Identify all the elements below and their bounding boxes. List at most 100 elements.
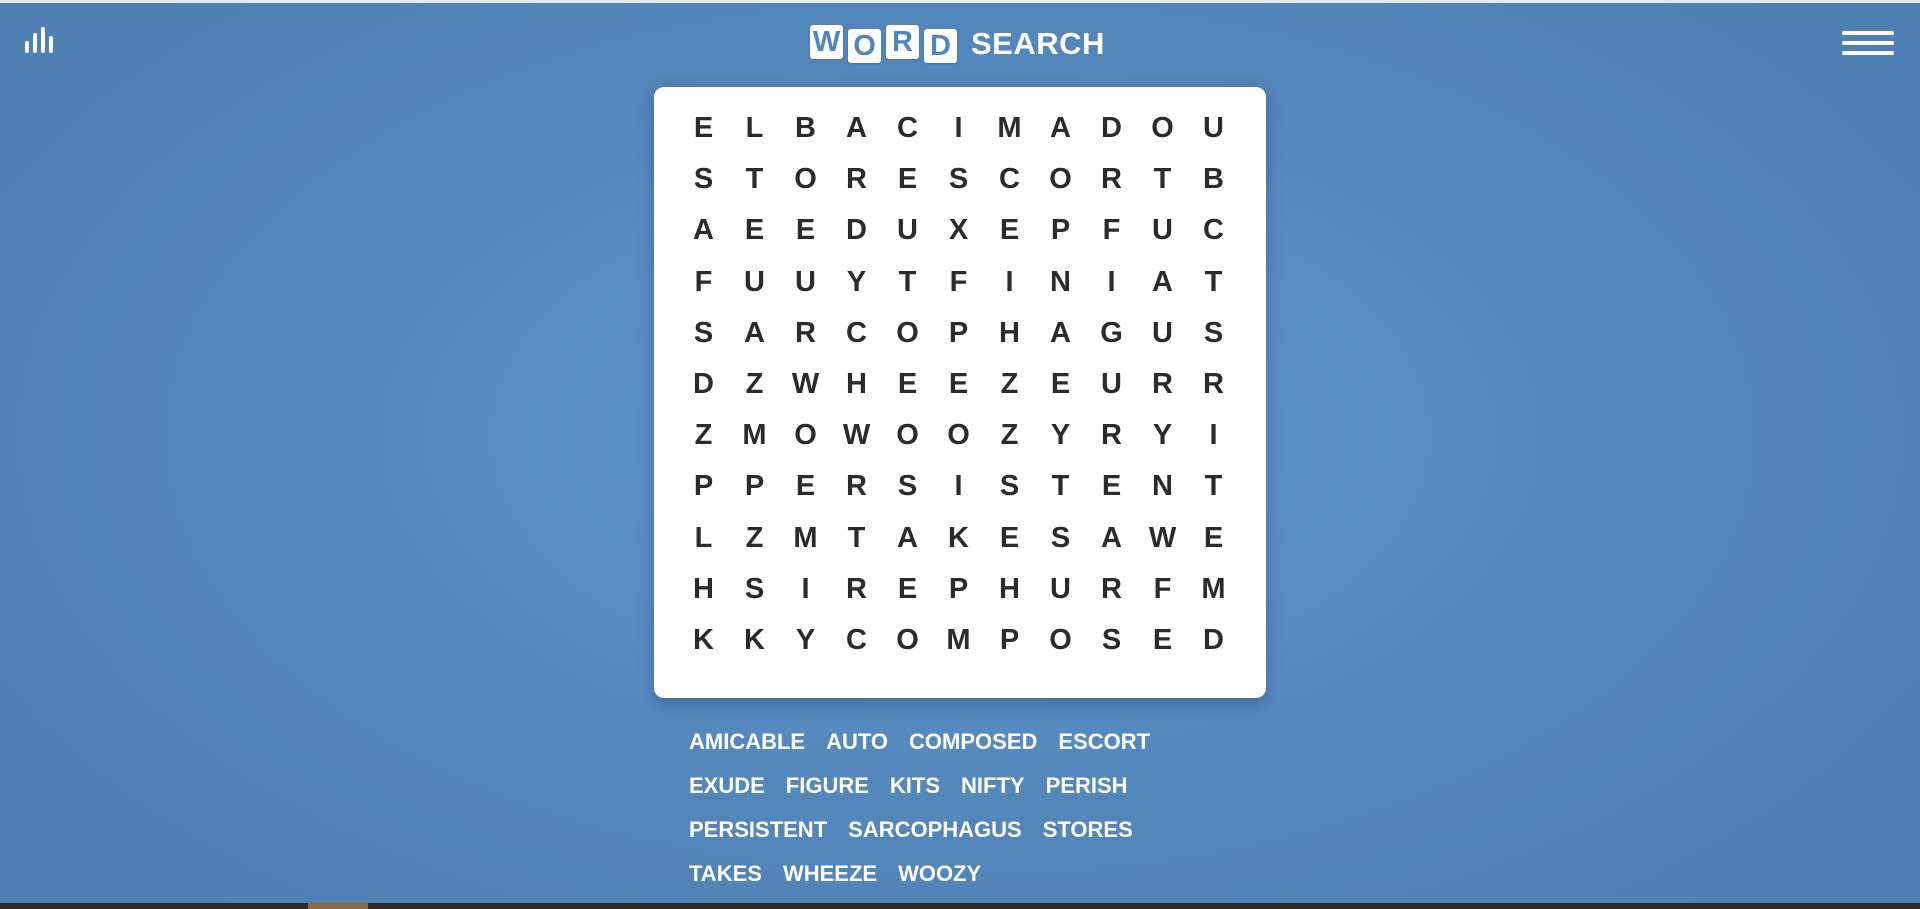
grid-cell[interactable]: R	[1086, 154, 1137, 205]
grid-cell[interactable]: E	[933, 359, 984, 410]
grid-cell[interactable]: E	[882, 564, 933, 615]
grid-cell[interactable]: W	[831, 410, 882, 461]
grid-cell[interactable]: D	[1188, 615, 1239, 666]
grid-cell[interactable]: S	[729, 564, 780, 615]
grid-cell[interactable]: H	[984, 308, 1035, 359]
grid-cell[interactable]: U	[882, 205, 933, 256]
grid-cell[interactable]: A	[882, 513, 933, 564]
grid-cell[interactable]: S	[933, 154, 984, 205]
grid-cell[interactable]: P	[729, 461, 780, 512]
grid-cell[interactable]: Y	[780, 615, 831, 666]
grid-cell[interactable]: U	[1086, 359, 1137, 410]
grid-cell[interactable]: E	[780, 461, 831, 512]
grid-cell[interactable]: Z	[678, 410, 729, 461]
grid-cell[interactable]: N	[1137, 461, 1188, 512]
grid-cell[interactable]: S	[1035, 513, 1086, 564]
grid-cell[interactable]: S	[1188, 308, 1239, 359]
grid-cell[interactable]: A	[678, 205, 729, 256]
grid-cell[interactable]: E	[678, 103, 729, 154]
grid-cell[interactable]: T	[831, 513, 882, 564]
grid-cell[interactable]: A	[1035, 103, 1086, 154]
grid-cell[interactable]: U	[1137, 308, 1188, 359]
grid-cell[interactable]: U	[1035, 564, 1086, 615]
grid-cell[interactable]: X	[933, 205, 984, 256]
grid-cell[interactable]: I	[1188, 410, 1239, 461]
stats-button[interactable]	[24, 26, 60, 56]
grid-cell[interactable]: O	[780, 154, 831, 205]
grid-cell[interactable]: E	[882, 154, 933, 205]
grid-cell[interactable]: W	[1137, 513, 1188, 564]
grid-cell[interactable]: T	[1188, 461, 1239, 512]
grid-cell[interactable]: E	[984, 513, 1035, 564]
grid-cell[interactable]: S	[1086, 615, 1137, 666]
grid-cell[interactable]: T	[1137, 154, 1188, 205]
grid-cell[interactable]: O	[1035, 154, 1086, 205]
grid-cell[interactable]: I	[933, 461, 984, 512]
grid-cell[interactable]: M	[780, 513, 831, 564]
grid-cell[interactable]: Y	[831, 257, 882, 308]
grid-cell[interactable]: K	[678, 615, 729, 666]
grid-cell[interactable]: R	[1188, 359, 1239, 410]
grid-cell[interactable]: I	[780, 564, 831, 615]
grid-cell[interactable]: C	[984, 154, 1035, 205]
grid-cell[interactable]: A	[1086, 513, 1137, 564]
grid-cell[interactable]: E	[1086, 461, 1137, 512]
menu-button[interactable]	[1838, 29, 1894, 57]
grid-cell[interactable]: U	[1137, 205, 1188, 256]
grid-cell[interactable]: I	[984, 257, 1035, 308]
grid-cell[interactable]: R	[780, 308, 831, 359]
grid-cell[interactable]: O	[882, 308, 933, 359]
grid-cell[interactable]: E	[1188, 513, 1239, 564]
grid-cell[interactable]: O	[780, 410, 831, 461]
grid-cell[interactable]: S	[678, 308, 729, 359]
grid-cell[interactable]: L	[729, 103, 780, 154]
grid-cell[interactable]: M	[984, 103, 1035, 154]
grid-cell[interactable]: S	[678, 154, 729, 205]
grid-cell[interactable]: Z	[984, 359, 1035, 410]
grid-cell[interactable]: O	[882, 410, 933, 461]
grid-cell[interactable]: O	[1035, 615, 1086, 666]
grid-cell[interactable]: Z	[729, 513, 780, 564]
grid-cell[interactable]: T	[1035, 461, 1086, 512]
grid-cell[interactable]: R	[1086, 410, 1137, 461]
grid-cell[interactable]: D	[1086, 103, 1137, 154]
grid-cell[interactable]: P	[984, 615, 1035, 666]
grid-cell[interactable]: B	[780, 103, 831, 154]
grid-cell[interactable]: O	[933, 410, 984, 461]
grid-cell[interactable]: A	[1035, 308, 1086, 359]
grid-cell[interactable]: N	[1035, 257, 1086, 308]
grid-cell[interactable]: E	[729, 205, 780, 256]
grid-cell[interactable]: R	[831, 564, 882, 615]
grid-cell[interactable]: Y	[1035, 410, 1086, 461]
grid-cell[interactable]: U	[1188, 103, 1239, 154]
grid-cell[interactable]: F	[678, 257, 729, 308]
grid-cell[interactable]: H	[831, 359, 882, 410]
grid-cell[interactable]: F	[1137, 564, 1188, 615]
grid-cell[interactable]: D	[831, 205, 882, 256]
grid-cell[interactable]: H	[678, 564, 729, 615]
grid-cell[interactable]: P	[933, 564, 984, 615]
grid-cell[interactable]: B	[1188, 154, 1239, 205]
grid-cell[interactable]: E	[1137, 615, 1188, 666]
grid-cell[interactable]: R	[1137, 359, 1188, 410]
grid-cell[interactable]: O	[1137, 103, 1188, 154]
grid-cell[interactable]: F	[1086, 205, 1137, 256]
grid-cell[interactable]: T	[882, 257, 933, 308]
grid-cell[interactable]: L	[678, 513, 729, 564]
grid-cell[interactable]: W	[780, 359, 831, 410]
grid-cell[interactable]: Y	[1137, 410, 1188, 461]
grid-cell[interactable]: R	[831, 461, 882, 512]
grid-cell[interactable]: I	[933, 103, 984, 154]
grid-cell[interactable]: G	[1086, 308, 1137, 359]
grid-cell[interactable]: M	[729, 410, 780, 461]
grid-cell[interactable]: E	[1035, 359, 1086, 410]
grid-cell[interactable]: A	[729, 308, 780, 359]
grid-cell[interactable]: O	[882, 615, 933, 666]
grid-cell[interactable]: Z	[984, 410, 1035, 461]
grid-cell[interactable]: K	[933, 513, 984, 564]
grid-cell[interactable]: C	[1188, 205, 1239, 256]
grid-cell[interactable]: E	[984, 205, 1035, 256]
grid-cell[interactable]: P	[678, 461, 729, 512]
grid-cell[interactable]: S	[882, 461, 933, 512]
grid-cell[interactable]: I	[1086, 257, 1137, 308]
